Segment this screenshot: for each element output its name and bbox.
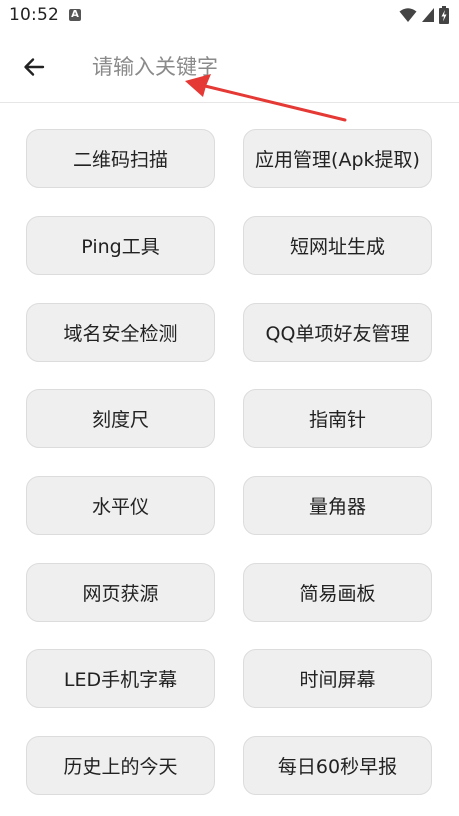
- search-app-bar: [0, 32, 459, 103]
- tool-drawing-board-button[interactable]: 简易画板: [243, 563, 432, 622]
- tool-qrcode-scan-button[interactable]: 二维码扫描: [26, 129, 215, 188]
- tool-app-manager-button[interactable]: 应用管理(Apk提取): [243, 129, 432, 188]
- tool-daily-news-button[interactable]: 每日60秒早报: [243, 736, 432, 795]
- tool-today-in-history-button[interactable]: 历史上的今天: [26, 736, 215, 795]
- tool-web-source-button[interactable]: 网页获源: [26, 563, 215, 622]
- wifi-icon: [399, 8, 417, 22]
- screen: 10:52 A 二维码扫描: [0, 0, 459, 816]
- notification-a-icon: A: [69, 9, 81, 21]
- tool-domain-check-button[interactable]: 域名安全检测: [26, 303, 215, 362]
- battery-charging-icon: [439, 6, 449, 24]
- tool-protractor-button[interactable]: 量角器: [243, 476, 432, 535]
- signal-icon: [422, 8, 434, 22]
- tool-led-caption-button[interactable]: LED手机字幕: [26, 649, 215, 708]
- search-input[interactable]: [92, 50, 432, 84]
- tool-ping-button[interactable]: Ping工具: [26, 216, 215, 275]
- arrow-left-icon: [24, 58, 45, 76]
- tool-time-screen-button[interactable]: 时间屏幕: [243, 649, 432, 708]
- tool-short-url-button[interactable]: 短网址生成: [243, 216, 432, 275]
- tool-ruler-button[interactable]: 刻度尺: [26, 389, 215, 448]
- tool-level-button[interactable]: 水平仪: [26, 476, 215, 535]
- back-button[interactable]: [16, 49, 52, 85]
- tool-qq-friend-button[interactable]: QQ单项好友管理: [243, 303, 432, 362]
- status-icons: [399, 6, 449, 24]
- status-time: 10:52: [9, 5, 59, 25]
- status-bar: 10:52 A: [0, 0, 459, 32]
- tool-compass-button[interactable]: 指南针: [243, 389, 432, 448]
